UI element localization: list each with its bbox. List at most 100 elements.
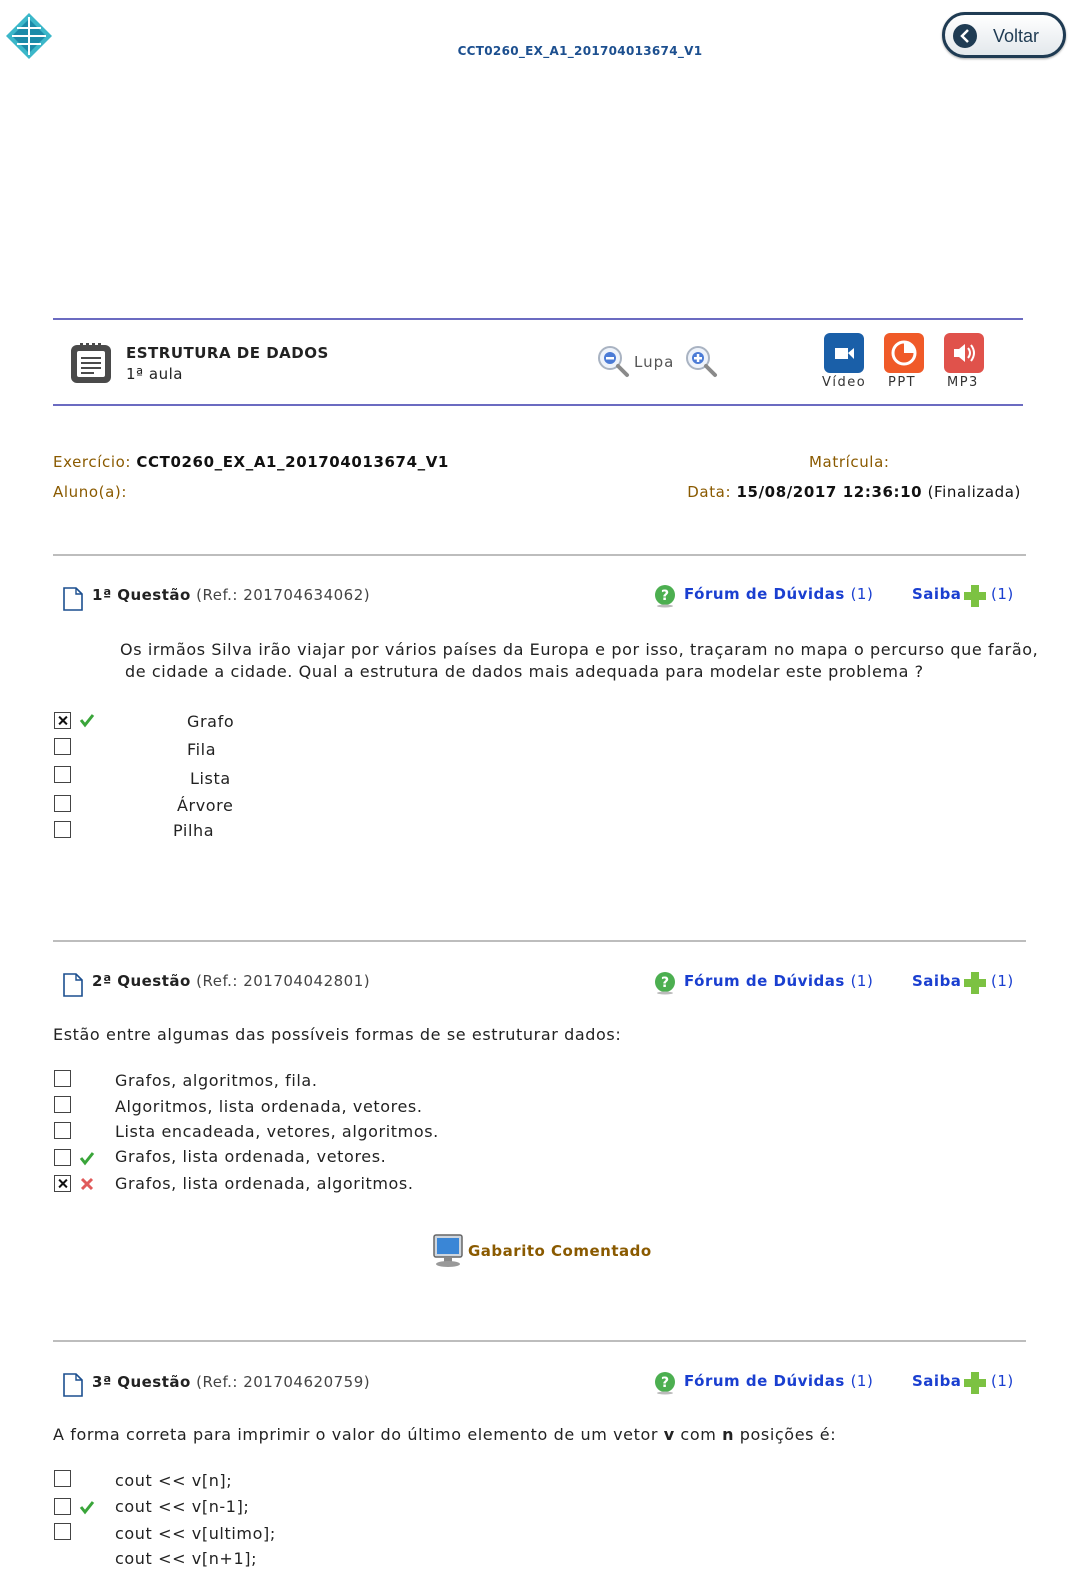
date-status: (Finalizada) xyxy=(927,483,1021,501)
question-1-statement-line-2: de cidade a cidade. Qual a estrutura de … xyxy=(125,662,924,681)
svg-text:?: ? xyxy=(661,975,669,991)
question-number: 1ª xyxy=(92,586,112,604)
question-ref: (Ref.: 201704042801) xyxy=(196,972,371,990)
lesson-label: 1ª aula xyxy=(126,365,183,383)
question-2-divider xyxy=(53,940,1026,942)
question-3-divider xyxy=(53,1340,1026,1342)
forum-label: Fórum de Dúvidas xyxy=(684,1372,845,1390)
notepad-icon xyxy=(70,342,112,384)
saiba-mais-link[interactable]: Saiba xyxy=(912,972,961,990)
statement-part: com xyxy=(674,1425,723,1444)
option-label: Fila xyxy=(187,740,217,759)
option-checkbox[interactable] xyxy=(54,1470,71,1487)
monitor-icon xyxy=(430,1232,466,1268)
forum-link[interactable]: Fórum de Dúvidas (1) xyxy=(684,972,873,990)
exercise-info: Exercício: CCT0260_EX_A1_201704013674_V1 xyxy=(53,453,449,471)
document-icon xyxy=(63,1373,83,1397)
option-checkbox[interactable] xyxy=(54,712,71,729)
help-icon: ? xyxy=(653,584,677,608)
question-word: Questão xyxy=(117,972,191,990)
forum-label: Fórum de Dúvidas xyxy=(684,585,845,603)
exercise-value: CCT0260_EX_A1_201704013674_V1 xyxy=(136,453,449,471)
option-label: Pilha xyxy=(173,821,215,840)
question-3-heading: 3ª Questão (Ref.: 201704620759) xyxy=(92,1373,370,1391)
statement-var-n: n xyxy=(722,1425,735,1444)
forum-count: (1) xyxy=(850,972,874,990)
date-info: Data: 15/08/2017 12:36:10 (Finalizada) xyxy=(687,483,1021,501)
option-label: Árvore xyxy=(177,796,234,815)
correct-check-icon xyxy=(79,1499,95,1515)
option-checkbox[interactable] xyxy=(54,1122,71,1139)
mp3-button[interactable] xyxy=(944,333,984,373)
svg-text:?: ? xyxy=(661,588,669,604)
video-label: Vídeo xyxy=(822,375,867,390)
mp3-label: MP3 xyxy=(947,375,979,390)
plus-icon xyxy=(963,971,987,995)
statement-part: A forma correta para imprimir o valor do… xyxy=(53,1425,664,1444)
question-word: Questão xyxy=(117,1373,191,1391)
option-checkbox[interactable] xyxy=(54,821,71,838)
document-icon xyxy=(63,973,83,997)
gabarito-comentado-link[interactable]: Gabarito Comentado xyxy=(468,1242,652,1260)
option-checkbox[interactable] xyxy=(54,1096,71,1113)
option-checkbox[interactable] xyxy=(54,1175,71,1192)
exercise-key: Exercício: xyxy=(53,453,132,471)
option-label: Algoritmos, lista ordenada, vetores. xyxy=(115,1097,423,1116)
forum-label: Fórum de Dúvidas xyxy=(684,972,845,990)
course-header-bottom-divider xyxy=(53,404,1023,406)
help-icon: ? xyxy=(653,1371,677,1395)
wrong-x-icon xyxy=(79,1176,95,1192)
option-checkbox[interactable] xyxy=(54,1149,71,1166)
video-button[interactable] xyxy=(824,333,864,373)
option-checkbox[interactable] xyxy=(54,1523,71,1540)
back-button-label: Voltar xyxy=(993,26,1040,46)
option-checkbox[interactable] xyxy=(54,1070,71,1087)
saiba-count: (1) xyxy=(991,1372,1014,1390)
zoom-label: Lupa xyxy=(634,353,675,371)
plus-icon xyxy=(963,584,987,608)
registration-key: Matrícula: xyxy=(809,453,890,471)
saiba-mais-link[interactable]: Saiba xyxy=(912,1372,961,1390)
course-title: ESTRUTURA DE DADOS xyxy=(126,344,329,362)
speaker-icon xyxy=(954,344,975,362)
option-label: cout << v[n-1]; xyxy=(115,1497,250,1516)
course-header-top-divider xyxy=(53,318,1023,320)
saiba-count: (1) xyxy=(991,585,1014,603)
video-camera-icon xyxy=(835,348,854,359)
correct-check-icon xyxy=(79,712,95,728)
back-arrow-icon xyxy=(953,24,977,48)
forum-link[interactable]: Fórum de Dúvidas (1) xyxy=(684,585,873,603)
option-label: Grafo xyxy=(187,712,235,731)
option-checkbox[interactable] xyxy=(54,795,71,812)
forum-count: (1) xyxy=(850,1372,874,1390)
date-key: Data: xyxy=(687,483,732,501)
document-icon xyxy=(63,587,83,611)
option-label: cout << v[ultimo]; xyxy=(115,1524,276,1543)
option-label: Lista encadeada, vetores, algoritmos. xyxy=(115,1122,439,1141)
question-1-statement-line-1: Os irmãos Silva irão viajar por vários p… xyxy=(120,640,1039,659)
back-button[interactable]: Voltar xyxy=(942,12,1066,58)
option-label: cout << v[n]; xyxy=(115,1471,233,1490)
question-1-heading: 1ª Questão (Ref.: 201704634062) xyxy=(92,586,370,604)
correct-check-icon xyxy=(79,1150,95,1166)
saiba-count: (1) xyxy=(991,972,1014,990)
question-1-divider xyxy=(53,554,1026,556)
saiba-mais-link[interactable]: Saiba xyxy=(912,585,961,603)
option-label: cout << v[n+1]; xyxy=(115,1549,258,1568)
question-3-statement: A forma correta para imprimir o valor do… xyxy=(53,1424,836,1446)
ppt-button[interactable] xyxy=(884,333,924,373)
option-label: Grafos, lista ordenada, algoritmos. xyxy=(115,1174,414,1193)
zoom-in-icon[interactable] xyxy=(684,344,718,382)
option-checkbox[interactable] xyxy=(54,1498,71,1515)
date-value: 15/08/2017 12:36:10 xyxy=(736,483,923,501)
student-key: Aluno(a): xyxy=(53,483,127,501)
forum-count: (1) xyxy=(850,585,874,603)
forum-link[interactable]: Fórum de Dúvidas (1) xyxy=(684,1372,873,1390)
zoom-out-icon[interactable] xyxy=(596,344,630,382)
option-label: Grafos, algoritmos, fila. xyxy=(115,1071,318,1090)
option-label: Grafos, lista ordenada, vetores. xyxy=(115,1147,387,1166)
option-checkbox[interactable] xyxy=(54,738,71,755)
option-checkbox[interactable] xyxy=(54,766,71,783)
question-2-statement: Estão entre algumas das possíveis formas… xyxy=(53,1025,622,1044)
help-icon: ? xyxy=(653,971,677,995)
